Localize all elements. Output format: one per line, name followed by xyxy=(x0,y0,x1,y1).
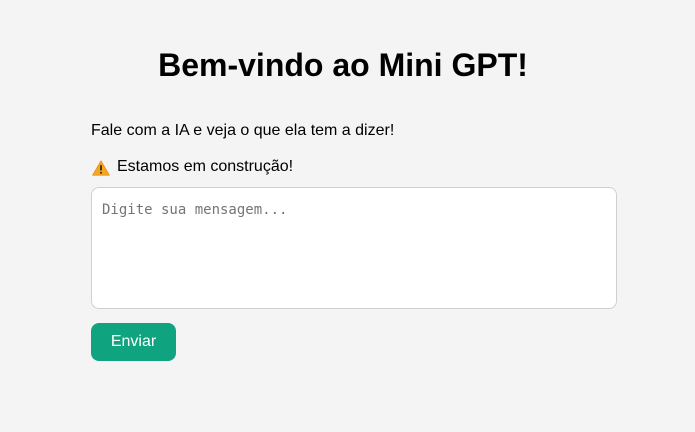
message-input[interactable] xyxy=(91,187,617,309)
send-button[interactable]: Enviar xyxy=(91,323,176,361)
page-subtitle: Fale com a IA e veja o que ela tem a diz… xyxy=(91,122,395,139)
warning-icon xyxy=(92,160,110,176)
page-title: Bem-vindo ao Mini GPT! xyxy=(158,47,528,83)
page: Bem-vindo ao Mini GPT! Fale com a IA e v… xyxy=(0,0,695,432)
construction-notice: Estamos em construção! xyxy=(92,156,293,178)
notice-text: Estamos em construção! xyxy=(117,158,294,175)
